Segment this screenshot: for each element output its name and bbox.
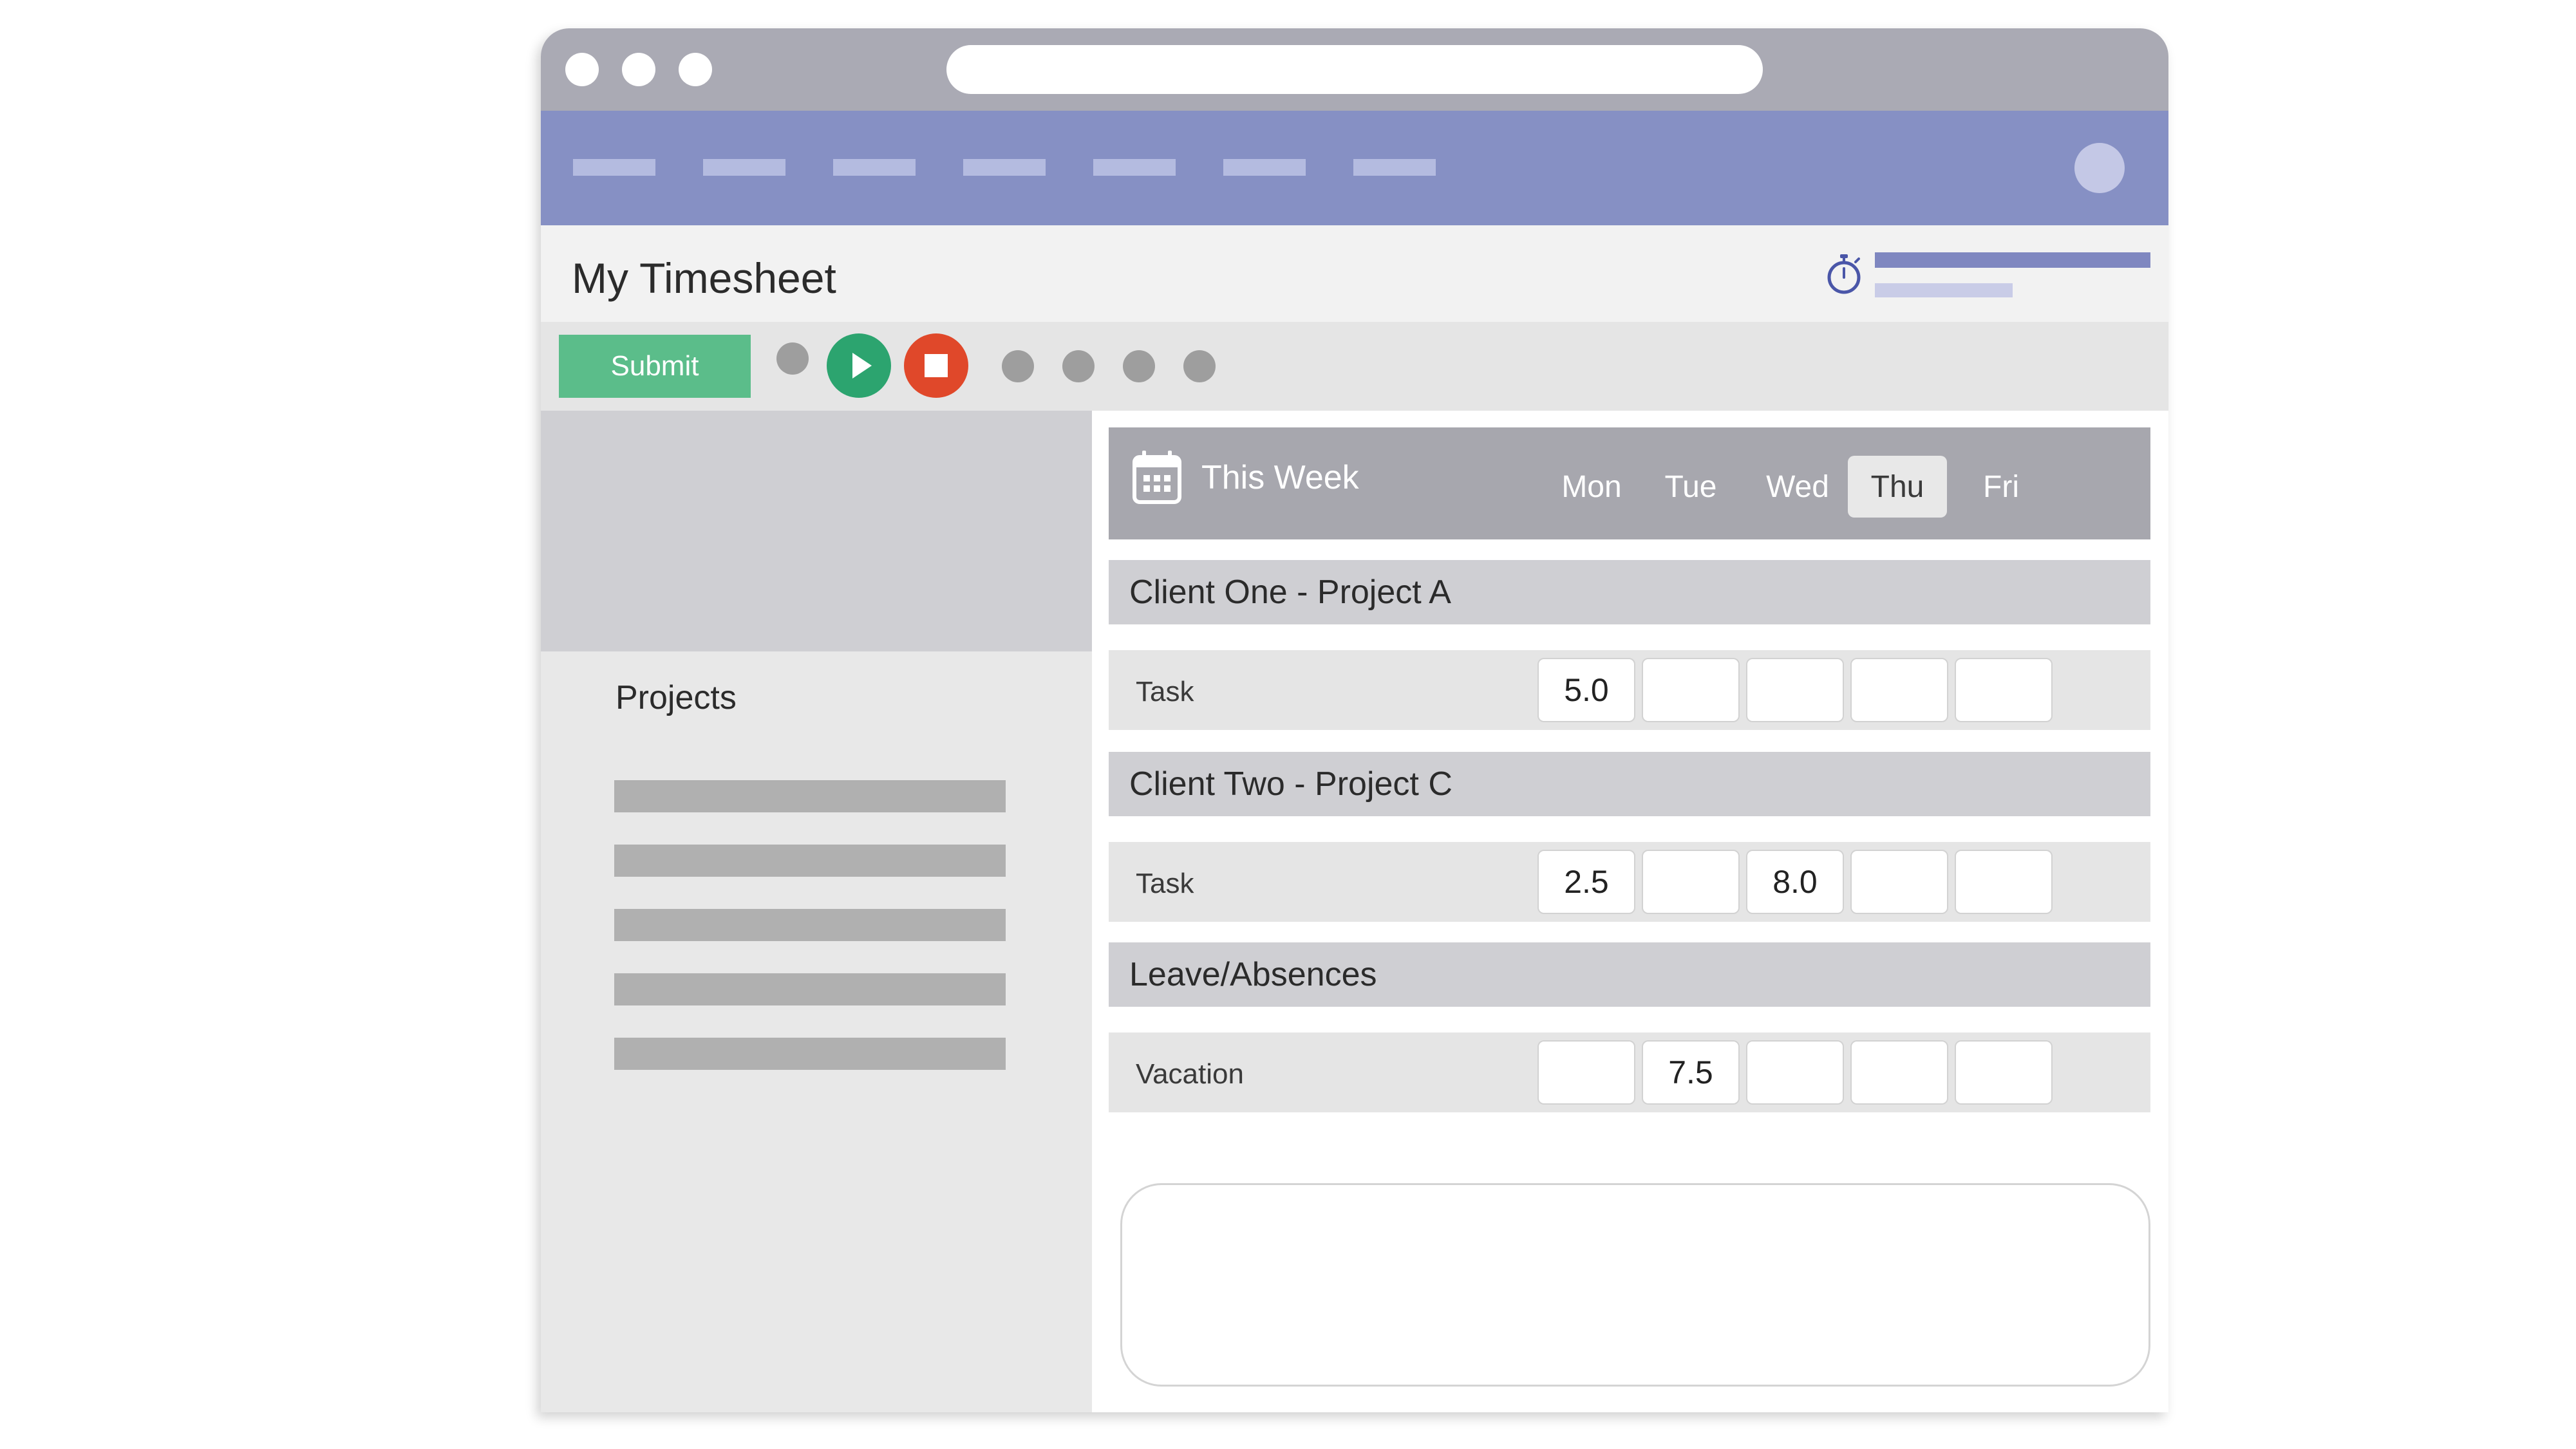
vacation-row: Vacation 7.5 bbox=[1109, 1033, 2150, 1112]
hours-cell-tue[interactable] bbox=[1642, 658, 1740, 722]
vacation-row-label: Vacation bbox=[1136, 1058, 1244, 1090]
nav-link-3[interactable] bbox=[833, 159, 916, 176]
toolbar-dot-3[interactable] bbox=[1062, 350, 1095, 382]
project-group-header: Client Two - Project C bbox=[1109, 752, 2150, 816]
stop-icon bbox=[925, 354, 948, 377]
hours-cell-thu[interactable] bbox=[1850, 658, 1948, 722]
task-row-label: Task bbox=[1136, 868, 1194, 899]
submit-button[interactable]: Submit bbox=[559, 335, 751, 398]
day-tab-thu[interactable]: Thu bbox=[1848, 456, 1947, 518]
stopwatch-icon[interactable] bbox=[1823, 253, 1865, 295]
hours-cell-fri[interactable] bbox=[1955, 658, 2053, 722]
sidebar-header-panel bbox=[541, 411, 1092, 651]
toolbar-dot-4[interactable] bbox=[1123, 350, 1155, 382]
nav-link-1[interactable] bbox=[573, 159, 655, 176]
toolbar-dot-2[interactable] bbox=[1002, 350, 1034, 382]
toolbar: Submit bbox=[541, 322, 2168, 411]
hours-cell-thu[interactable] bbox=[1850, 1040, 1948, 1105]
nav-link-5[interactable] bbox=[1093, 159, 1176, 176]
hours-cell-wed[interactable] bbox=[1746, 1040, 1844, 1105]
project-group-title: Client One - Project A bbox=[1129, 574, 1451, 611]
address-bar[interactable] bbox=[946, 45, 1763, 94]
day-tab-tue[interactable]: Tue bbox=[1646, 456, 1736, 518]
browser-window: My Timesheet Submit Projects This Week M… bbox=[541, 28, 2168, 1412]
hours-cell-thu[interactable] bbox=[1850, 850, 1948, 914]
hours-cell-tue[interactable] bbox=[1642, 850, 1740, 914]
timer-subtext-bar bbox=[1875, 283, 2013, 297]
leave-group-header: Leave/Absences bbox=[1109, 942, 2150, 1007]
play-button[interactable] bbox=[827, 333, 891, 398]
week-header: This Week Mon Tue Wed Thu Fri bbox=[1109, 427, 2150, 539]
timesheet-main: This Week Mon Tue Wed Thu Fri Client One… bbox=[1092, 411, 2168, 1412]
project-item-5[interactable] bbox=[614, 1038, 1006, 1070]
calendar-icon[interactable] bbox=[1132, 449, 1182, 505]
day-tab-fri[interactable]: Fri bbox=[1956, 456, 2046, 518]
hours-cell-fri[interactable] bbox=[1955, 850, 2053, 914]
project-item-4[interactable] bbox=[614, 973, 1006, 1005]
timer-progress-bar bbox=[1875, 252, 2150, 268]
day-tab-mon[interactable]: Mon bbox=[1547, 456, 1637, 518]
projects-title: Projects bbox=[616, 679, 737, 716]
toolbar-dot-5[interactable] bbox=[1183, 350, 1216, 382]
hours-cell-mon[interactable] bbox=[1537, 1040, 1635, 1105]
project-item-3[interactable] bbox=[614, 909, 1006, 941]
page-title: My Timesheet bbox=[572, 254, 836, 302]
hours-cell-wed[interactable] bbox=[1746, 658, 1844, 722]
play-icon bbox=[852, 353, 872, 379]
window-minimize-dot[interactable] bbox=[622, 53, 655, 86]
notes-textarea[interactable] bbox=[1120, 1183, 2150, 1387]
stop-button[interactable] bbox=[904, 333, 968, 398]
nav-link-4[interactable] bbox=[963, 159, 1046, 176]
task-row-label: Task bbox=[1136, 676, 1194, 707]
leave-group-title: Leave/Absences bbox=[1129, 956, 1377, 993]
project-item-1[interactable] bbox=[614, 780, 1006, 812]
nav-link-2[interactable] bbox=[703, 159, 785, 176]
task-row: Task 2.5 8.0 bbox=[1109, 842, 2150, 922]
sidebar: Projects bbox=[541, 411, 1092, 1412]
browser-titlebar bbox=[541, 28, 2168, 111]
nav-link-7[interactable] bbox=[1353, 159, 1436, 176]
window-close-dot[interactable] bbox=[565, 53, 599, 86]
hours-cell-fri[interactable] bbox=[1955, 1040, 2053, 1105]
user-avatar[interactable] bbox=[2074, 143, 2125, 193]
project-group-header: Client One - Project A bbox=[1109, 560, 2150, 624]
page-header: My Timesheet bbox=[541, 225, 2168, 322]
project-item-2[interactable] bbox=[614, 845, 1006, 877]
hours-cell-mon[interactable]: 2.5 bbox=[1537, 850, 1635, 914]
hours-cell-tue[interactable]: 7.5 bbox=[1642, 1040, 1740, 1105]
task-row: Task 5.0 bbox=[1109, 650, 2150, 730]
top-navigation bbox=[541, 111, 2168, 225]
hours-cell-mon[interactable]: 5.0 bbox=[1537, 658, 1635, 722]
window-maximize-dot[interactable] bbox=[679, 53, 712, 86]
week-label: This Week bbox=[1201, 459, 1359, 496]
project-group-title: Client Two - Project C bbox=[1129, 765, 1453, 803]
nav-link-6[interactable] bbox=[1223, 159, 1306, 176]
day-tab-wed[interactable]: Wed bbox=[1753, 456, 1843, 518]
toolbar-dot-1[interactable] bbox=[776, 342, 809, 375]
hours-cell-wed[interactable]: 8.0 bbox=[1746, 850, 1844, 914]
